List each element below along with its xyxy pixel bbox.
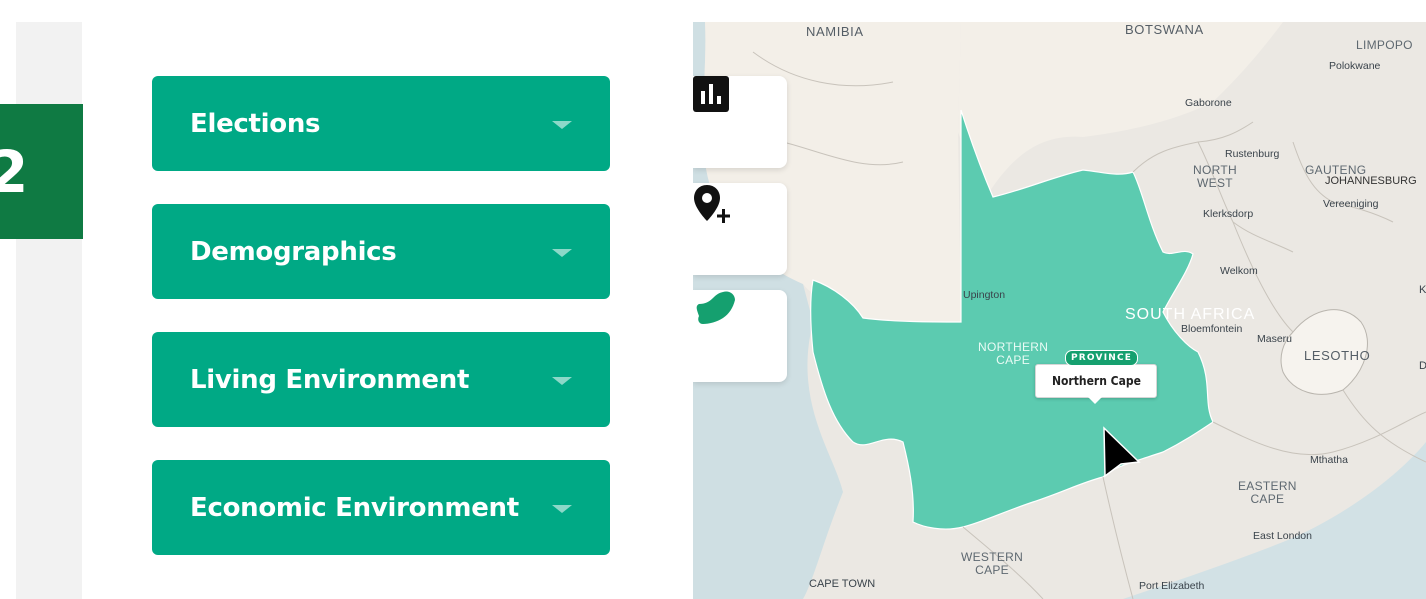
map-label-north-west: NORTH WEST (1193, 164, 1237, 190)
step-number-badge: 2 (0, 104, 83, 239)
province-tooltip: Northern Cape (1035, 364, 1157, 404)
map-label-mthatha: Mthatha (1310, 454, 1348, 466)
add-location-button[interactable] (693, 183, 787, 275)
region-line: WESTERN (961, 550, 1024, 564)
category-label: Living Environment (190, 364, 470, 395)
region-line: NORTH (1193, 163, 1237, 177)
map-label-vereeniging: Vereeniging (1323, 198, 1379, 210)
map-label-klerksdorp: Klerksdorp (1203, 208, 1254, 220)
map-label-gaborone: Gaborone (1185, 97, 1232, 109)
chevron-down-icon (552, 377, 572, 385)
category-label: Economic Environment (190, 492, 519, 523)
map-label-limpopo: LIMPOPO (1356, 38, 1413, 52)
map-label-johannesburg: JOHANNESBURG (1325, 175, 1417, 187)
tooltip-tail (1088, 397, 1102, 404)
category-economic-environment-dropdown[interactable]: Economic Environment (152, 460, 610, 555)
chevron-down-icon (552, 121, 572, 129)
region-line: WEST (1197, 176, 1233, 190)
mouse-cursor-icon (1103, 426, 1141, 478)
category-living-environment-dropdown[interactable]: Living Environment (152, 332, 610, 427)
map-label-edge-k: K (1419, 284, 1426, 296)
category-label: Elections (190, 108, 321, 139)
map-view[interactable]: NAMIBIA BOTSWANA LIMPOPO Polokwane Gabor… (693, 22, 1426, 599)
region-line: EASTERN (1238, 479, 1297, 493)
region-line: CAPE (1250, 492, 1285, 506)
map-label-maseru: Maseru (1257, 333, 1293, 345)
map-label-lesotho: LESOTHO (1304, 348, 1371, 363)
step-number: 2 (0, 137, 29, 206)
country-tool-button[interactable] (693, 290, 787, 382)
map-label-south-africa: SOUTH AFRICA (1125, 306, 1256, 323)
province-badge: PROVINCE (1065, 350, 1139, 366)
category-label: Demographics (190, 236, 397, 267)
ocean-east (1123, 442, 1426, 599)
region-line: NORTHERN (978, 340, 1049, 354)
south-africa-icon (696, 291, 735, 324)
chevron-down-icon (552, 505, 572, 513)
map-label-botswana: BOTSWANA (1125, 22, 1204, 37)
map-label-upington: Upington (963, 289, 1006, 301)
map-label-east-london: East London (1253, 530, 1312, 542)
map-label-polokwane: Polokwane (1329, 60, 1381, 72)
map-label-eastern-cape: EASTERN CAPE (1238, 480, 1297, 506)
map-label-port-elizabeth: Port Elizabeth (1139, 580, 1205, 592)
category-elections-dropdown[interactable]: Elections (152, 76, 610, 171)
map-label-bloemfontein: Bloemfontein (1181, 323, 1243, 335)
chart-tool-button[interactable] (693, 76, 787, 168)
region-line: CAPE (996, 353, 1031, 367)
region-line: CAPE (975, 563, 1009, 577)
map-label-cape-town: CAPE TOWN (809, 578, 876, 590)
chevron-down-icon (552, 249, 572, 257)
map-label-rustenburg: Rustenburg (1225, 148, 1280, 160)
add-location-icon (694, 185, 730, 223)
map-label-namibia: NAMIBIA (806, 24, 864, 39)
category-demographics-dropdown[interactable]: Demographics (152, 204, 610, 299)
map-canvas (693, 22, 1426, 599)
map-label-welkom: Welkom (1220, 265, 1258, 277)
bar-chart-icon (693, 76, 729, 112)
map-label-edge-d: D (1419, 360, 1426, 372)
map-label-western-cape: WESTERN CAPE (961, 551, 1023, 577)
tooltip-title: Northern Cape (1051, 374, 1141, 388)
